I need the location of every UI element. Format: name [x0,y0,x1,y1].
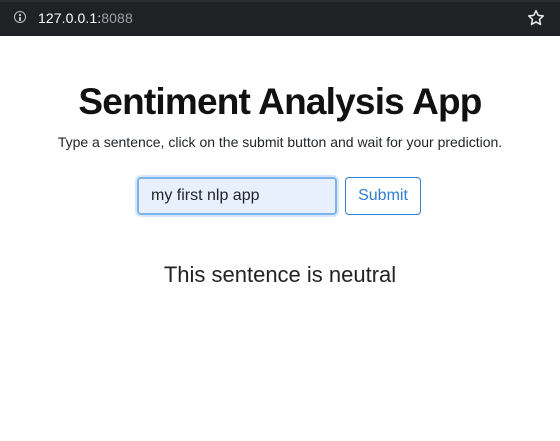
url-port: 8088 [101,10,133,26]
sentence-input[interactable] [137,177,337,215]
page-title: Sentiment Analysis App [78,81,482,122]
browser-address-bar: 127.0.0.1:8088 [0,0,560,36]
page-subtitle: Type a sentence, click on the submit but… [57,134,503,150]
prediction-result: This sentence is neutral [163,262,397,287]
url-host: 127.0.0.1: [38,10,102,26]
info-icon[interactable] [14,11,26,23]
submit-button[interactable]: Submit [345,177,421,215]
url-field[interactable]: 127.0.0.1:8088 [38,9,133,27]
star-icon[interactable] [526,8,546,28]
tab-strip-edge [0,0,560,2]
